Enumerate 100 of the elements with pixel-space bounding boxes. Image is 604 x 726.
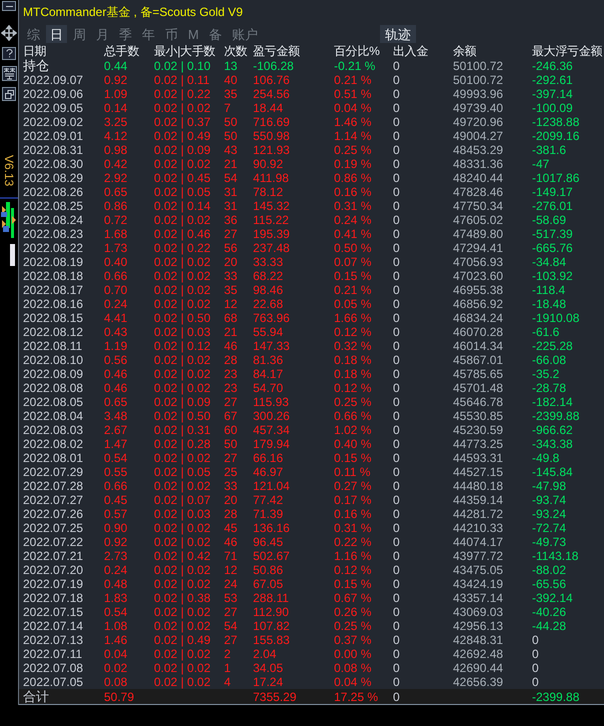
table-cell-text: 0 <box>393 59 401 73</box>
table-cell-text: 1.47 <box>104 437 128 451</box>
table-cell-text: 50100.72 <box>453 73 504 87</box>
table-cell-text: 0.02 | 0.02 <box>154 157 212 171</box>
table-cell-text: 0.02 | 0.05 <box>154 185 212 199</box>
period-tab[interactable]: 币 <box>161 25 182 43</box>
table-cell-text: 49720.96 <box>453 115 504 129</box>
table-cell-text: 45530.85 <box>453 409 504 423</box>
table-cell-text: 0.56 <box>104 353 128 367</box>
table-cell-text: 45701.48 <box>453 381 504 395</box>
column-header: 最大浮亏金额 <box>532 44 604 59</box>
table-cell-text: 0.02 | 0.09 <box>154 143 212 157</box>
period-tab[interactable]: M <box>184 25 203 43</box>
table-cell-text: 0.54 <box>104 451 128 465</box>
table-cell-text: 0.43 <box>104 325 128 339</box>
table-cell-text: 0 <box>393 437 401 451</box>
table-cell-text: 136.16 <box>253 521 291 535</box>
table-cell-text: 0.02 | 0.02 <box>154 255 212 269</box>
table-cell-text: 0.02 | 0.05 <box>154 465 212 479</box>
help-button[interactable] <box>2 47 16 60</box>
period-tab[interactable]: 年 <box>138 25 159 43</box>
table-cell-text: 0.02 | 0.02 <box>154 297 212 311</box>
table-cell-text: 0 <box>393 87 401 101</box>
table-cell-text: -149.17 <box>532 185 574 199</box>
table-cell-text: 0.46 <box>104 381 128 395</box>
table-cell-text: 0.02 | 0.02 <box>154 381 212 395</box>
table-cell-text: 2022.08.30 <box>23 157 84 171</box>
table-cell-text: 0 <box>393 171 401 185</box>
table-cell-text: 0.21 % <box>334 283 372 297</box>
table-cell-text: 1.08 <box>104 619 128 633</box>
table-cell-text: 0 <box>393 661 401 675</box>
table-cell-text: -47 <box>532 157 550 171</box>
table-cell-text: 0.50 % <box>334 241 372 255</box>
table-cell-text: 2022.07.11 <box>23 647 84 661</box>
table-cell-text: 42956.13 <box>453 619 504 633</box>
block-icon[interactable] <box>2 66 16 81</box>
restore-icon <box>4 90 14 98</box>
period-tab[interactable]: 账户 <box>228 25 262 43</box>
table-cell-text: 17.24 <box>253 675 284 689</box>
table-cell-text: 31 <box>224 185 238 199</box>
table-cell-text: 1.19 <box>104 339 128 353</box>
table-cell-text: 50 <box>224 115 238 129</box>
minimize-button[interactable] <box>2 1 16 11</box>
table-cell-text: 0.25 % <box>334 619 372 633</box>
table-cell-text: 147.33 <box>253 339 291 353</box>
table-cell-text: 254.56 <box>253 87 291 101</box>
column-header: 次数 <box>224 44 248 59</box>
period-tab[interactable]: 月 <box>92 25 113 43</box>
table-cell-text: -93.24 <box>532 507 568 521</box>
table-cell-text: 48331.36 <box>453 157 504 171</box>
table-cell-text: 23 <box>224 367 238 381</box>
table-cell-text: 411.98 <box>253 171 290 185</box>
table-cell-text: -118.4 <box>532 283 566 297</box>
move-icon[interactable] <box>1 25 17 41</box>
table-cell-text: 0.55 <box>104 465 128 479</box>
table-cell-text: 43069.03 <box>453 605 504 619</box>
table-cell-text: 0 <box>393 521 401 535</box>
table-cell-text: -1143.18 <box>532 549 580 563</box>
table-cell-text: 0.66 <box>104 479 128 493</box>
table-cell-text: 1.02 % <box>334 423 372 437</box>
table-cell-text: -40.26 <box>532 605 568 619</box>
table-cell-text: 2022.09.02 <box>23 115 84 129</box>
period-tab[interactable]: 备 <box>204 25 226 43</box>
table-cell-text: 0.04 % <box>334 675 372 689</box>
period-tab[interactable]: 周 <box>69 25 90 43</box>
table-cell-text: 0.65 <box>104 185 128 199</box>
period-tab[interactable]: 季 <box>115 25 136 43</box>
column-header: 出入金 <box>393 44 430 59</box>
table-cell-text: 0 <box>393 577 401 591</box>
table-cell-text: 0.11 % <box>334 465 372 479</box>
table-cell-text: 145.32 <box>253 199 291 213</box>
table-cell-text: 0.24 % <box>334 213 372 227</box>
table-cell-text: 67.05 <box>253 577 284 591</box>
table-cell-text: 3.48 <box>104 409 128 423</box>
table-cell-text: 0 <box>393 199 401 213</box>
period-tab[interactable]: 综 <box>23 25 44 43</box>
table-cell-text: -49.73 <box>532 535 568 549</box>
period-tab[interactable]: 日 <box>46 25 67 43</box>
track-button[interactable]: 轨迹 <box>380 25 416 43</box>
table-cell-text: 237.48 <box>253 241 291 255</box>
table-cell-text: 0.21 % <box>334 73 372 87</box>
restore-button[interactable] <box>2 87 16 101</box>
table-cell-text: 121.93 <box>253 143 291 157</box>
table-cell-text: 0.08 % <box>334 661 372 675</box>
table-cell-text: 1.46 % <box>334 115 372 129</box>
table-cell-text: 2022.08.04 <box>23 409 84 423</box>
table-cell-text: 47294.41 <box>453 241 504 255</box>
table-cell-text: 25 <box>224 465 238 479</box>
table-cell-text: 2022.08.25 <box>23 199 84 213</box>
table-cell-text: 2.04 <box>253 647 278 661</box>
table-cell-text: 0.02 | 0.02 <box>154 605 212 619</box>
table-cell-text: 0 <box>393 465 401 479</box>
table-cell-text: 0.67 % <box>334 591 372 605</box>
table-cell-text: 0 <box>393 115 401 129</box>
table-cell-text: 0.04 <box>104 647 128 661</box>
table-cell-text: 2022.08.31 <box>23 143 84 157</box>
table-cell-text: 0.42 <box>104 157 128 171</box>
table-cell-text: 43424.19 <box>453 577 504 591</box>
table-cell-text: 0.44 <box>104 59 128 73</box>
table-cell-text: 1.16 % <box>334 549 372 563</box>
